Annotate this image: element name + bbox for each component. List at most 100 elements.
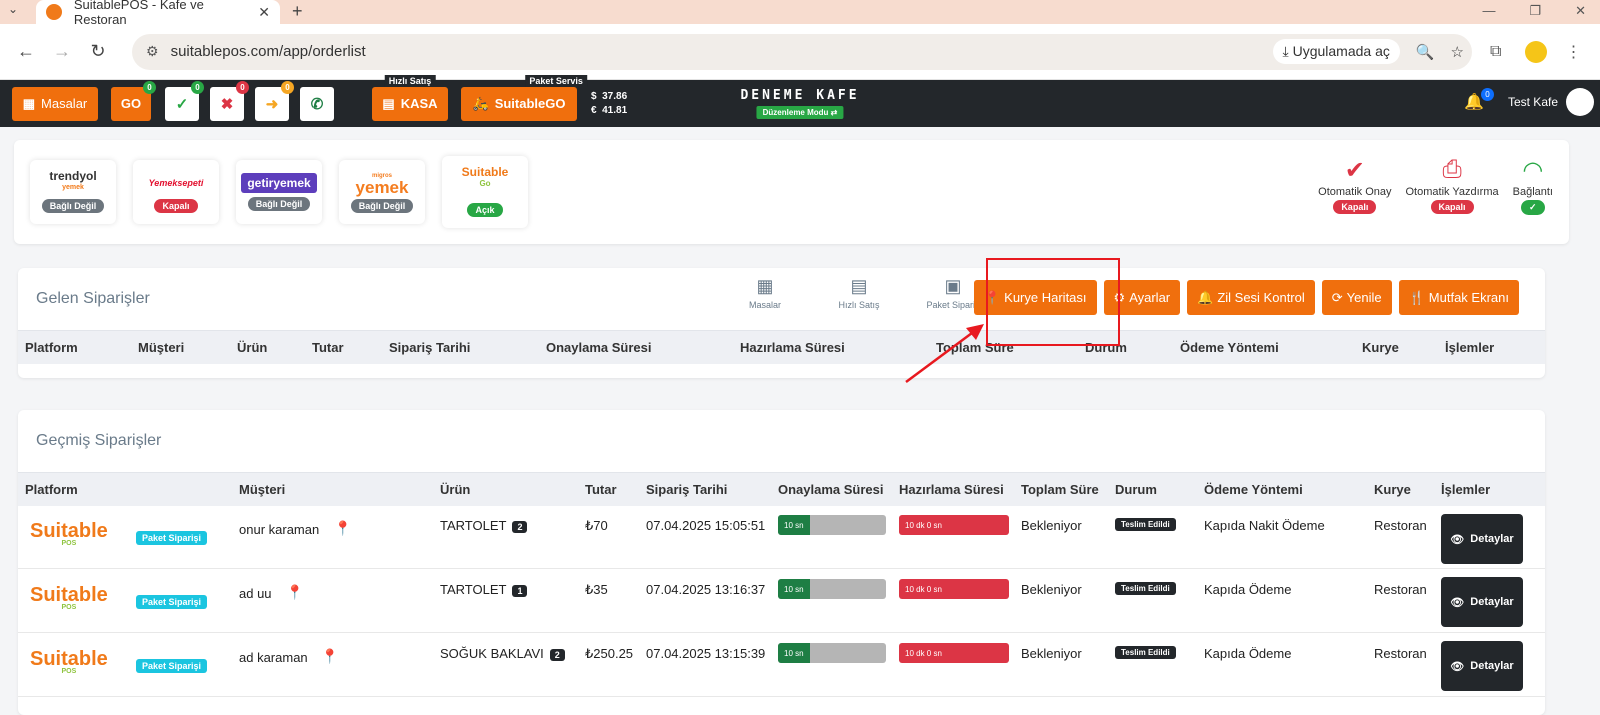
platform-yemeksepeti[interactable]: Yemeksepeti Kapalı xyxy=(133,160,219,224)
nav-package-label: Paket Sipariş xyxy=(926,300,980,310)
approved-orders-button[interactable]: ✓ 0 xyxy=(165,80,204,121)
edit-mode-toggle[interactable]: Düzenleme Modu ⇄ xyxy=(756,106,844,119)
go-badge: 0 xyxy=(143,80,156,94)
browser-menu-icon[interactable]: ⋮ xyxy=(1565,42,1581,62)
extensions-icon[interactable]: ⧉ xyxy=(1490,43,1501,61)
suitable-pos-logo: Suitable POS xyxy=(30,520,108,547)
order-amount: ₺250.25 xyxy=(585,646,634,661)
nav-quick-sale[interactable]: ▤ Hızlı Satış xyxy=(812,276,906,310)
refresh-label: Yenile xyxy=(1346,290,1382,305)
suitablego-sub: Go xyxy=(479,179,491,188)
details-button[interactable]: 👁 Detaylar xyxy=(1441,514,1523,564)
kasa-button[interactable]: Hızlı Satış ▤ KASA xyxy=(372,74,448,121)
location-pin-icon[interactable]: 📍 xyxy=(321,648,338,665)
status-badge: Teslim Edildi xyxy=(1115,582,1176,595)
auto-approve-toggle[interactable]: ✔ Otomatik Onay Kapalı xyxy=(1318,156,1392,215)
tables-button[interactable]: ▦ Masalar xyxy=(12,86,98,121)
approve-time-bar: 10 sn xyxy=(778,579,886,599)
rejected-orders-button[interactable]: ✖ 0 xyxy=(210,80,249,121)
quantity-badge: 2 xyxy=(549,649,565,661)
eur-symbol: € xyxy=(591,104,597,116)
platform-migros-yemek[interactable]: migros yemek Bağlı Değil xyxy=(339,160,425,224)
details-label: Detaylar xyxy=(1470,596,1514,608)
col-amount: Tutar xyxy=(312,340,344,355)
bookmark-star-icon[interactable]: ☆ xyxy=(1451,43,1464,61)
suitablego-button[interactable]: Paket Servis 🛵 SuitableGO xyxy=(461,74,587,121)
suitable-pos-logo: Suitable POS xyxy=(30,648,108,675)
settings-label: Ayarlar xyxy=(1129,290,1171,305)
auto-approve-label: Otomatik Onay xyxy=(1318,186,1392,198)
getiryemek-status: Bağlı Değil xyxy=(247,197,311,211)
table-row: Suitable POS Paket Siparişi onur karaman … xyxy=(18,506,1545,569)
courier-name: Restoran xyxy=(1374,646,1427,661)
bell-control-label: Zil Sesi Kontrol xyxy=(1217,290,1305,305)
grid-icon: ▦ xyxy=(22,95,36,111)
browser-tab-strip: ⌄ SuitablePOS - Kafe ve Restoran ✕ + — ❐… xyxy=(0,0,1600,27)
restore-icon[interactable]: ❐ xyxy=(1529,3,1541,19)
forwarded-orders-button[interactable]: ➜ 0 xyxy=(255,80,294,121)
open-in-app-label: Uygulamada aç xyxy=(1292,43,1390,59)
phone-orders-button[interactable]: ✆ xyxy=(300,86,334,121)
courier-name: Restoran xyxy=(1374,518,1427,533)
auto-print-label: Otomatik Yazdırma xyxy=(1405,186,1499,198)
platform-suitablego[interactable]: Suitable Go Açık xyxy=(442,156,528,228)
customer-name: ad karaman xyxy=(239,650,308,665)
notification-bell-icon[interactable]: 🔔 0 xyxy=(1464,88,1494,112)
rejected-badge: 0 xyxy=(236,80,249,94)
tab-title: SuitablePOS - Kafe ve Restoran xyxy=(73,0,204,27)
open-in-app-button[interactable]: ⤓ Uygulamada aç xyxy=(1272,39,1400,64)
col-platform: Platform xyxy=(25,340,78,355)
close-window-icon[interactable]: ✕ xyxy=(1575,3,1586,19)
platform-getiryemek[interactable]: getiryemek Bağlı Değil xyxy=(236,160,322,224)
forward-icon[interactable]: → xyxy=(46,41,78,62)
site-settings-icon[interactable]: ⚙ xyxy=(146,43,159,60)
profile-avatar[interactable] xyxy=(1525,40,1548,63)
bell-control-button[interactable]: 🔔 Zil Sesi Kontrol xyxy=(1187,280,1315,315)
tables-label: Masalar xyxy=(41,96,88,111)
user-avatar[interactable] xyxy=(1566,88,1594,116)
go-label: GO xyxy=(120,96,142,111)
past-table-header: Platform Müşteri Ürün Tutar Sipariş Tari… xyxy=(18,472,1545,506)
customer-name: onur karaman xyxy=(239,522,320,537)
user-name[interactable]: Test Kafe xyxy=(1508,95,1558,109)
location-pin-icon[interactable]: 📍 xyxy=(334,520,351,537)
url-field[interactable]: ⚙ suitablepos.com/app/orderlist ⤓ Uygula… xyxy=(132,33,1472,70)
location-pin-icon[interactable]: 📍 xyxy=(286,584,303,601)
auto-print-toggle[interactable]: ⎙ Otomatik Yazdırma Kapalı xyxy=(1406,156,1499,215)
back-icon[interactable]: ← xyxy=(10,41,42,62)
col-payment: Ödeme Yöntemi xyxy=(1180,340,1279,355)
auto-print-status: Kapalı xyxy=(1430,200,1474,214)
kitchen-screen-button[interactable]: 🍴 Mutfak Ekranı xyxy=(1398,280,1519,315)
product-name: TARTOLET xyxy=(440,518,507,533)
prepare-time-bar: 10 dk 0 sn xyxy=(899,579,1009,599)
close-tab-icon[interactable]: ✕ xyxy=(258,4,270,21)
connection-ok-icon: ✓ xyxy=(1521,200,1545,215)
go-button[interactable]: GO 0 xyxy=(111,80,156,121)
col-approve-time: Onaylama Süresi xyxy=(778,482,884,497)
yemeksepeti-logo: Yemeksepeti xyxy=(148,178,204,188)
minimize-icon[interactable]: — xyxy=(1482,3,1495,19)
total-time: Bekleniyor xyxy=(1021,518,1082,533)
details-button[interactable]: 👁 Detaylar xyxy=(1441,641,1523,691)
col-payment: Ödeme Yöntemi xyxy=(1204,482,1303,497)
zoom-icon[interactable]: 🔍 xyxy=(1416,43,1435,61)
quick-nav-icons: ▦ Masalar ▤ Hızlı Satış ▣ Paket Sipariş xyxy=(718,276,1000,310)
payment-method: Kapıda Ödeme xyxy=(1204,646,1292,661)
browser-tab[interactable]: SuitablePOS - Kafe ve Restoran ✕ xyxy=(36,0,280,27)
nav-tables[interactable]: ▦ Masalar xyxy=(718,276,812,310)
details-button[interactable]: 👁 Detaylar xyxy=(1441,577,1523,627)
cafe-name: DENEME KAFE xyxy=(740,88,860,103)
printer-icon: ⎙ xyxy=(1442,156,1462,183)
col-product: Ürün xyxy=(440,482,471,497)
platform-trendyol[interactable]: trendyol yemek Bağlı Değil xyxy=(30,160,116,224)
approve-time-bar: 10 sn xyxy=(778,643,886,663)
table-row: Suitable POS Paket Siparişi ad karaman 📍 … xyxy=(18,634,1545,697)
getiryemek-logo: getiryemek xyxy=(241,173,317,193)
usd-rate: 37.86 xyxy=(602,90,628,102)
refresh-button[interactable]: ⟳ Yenile xyxy=(1321,280,1392,315)
new-tab-icon[interactable]: + xyxy=(292,1,303,22)
col-actions: İşlemler xyxy=(1441,482,1491,497)
tab-search-icon[interactable]: ⌄ xyxy=(8,2,18,16)
reload-icon[interactable]: ↻ xyxy=(82,41,114,62)
quick-sale-label: Hızlı Satış xyxy=(384,74,436,87)
